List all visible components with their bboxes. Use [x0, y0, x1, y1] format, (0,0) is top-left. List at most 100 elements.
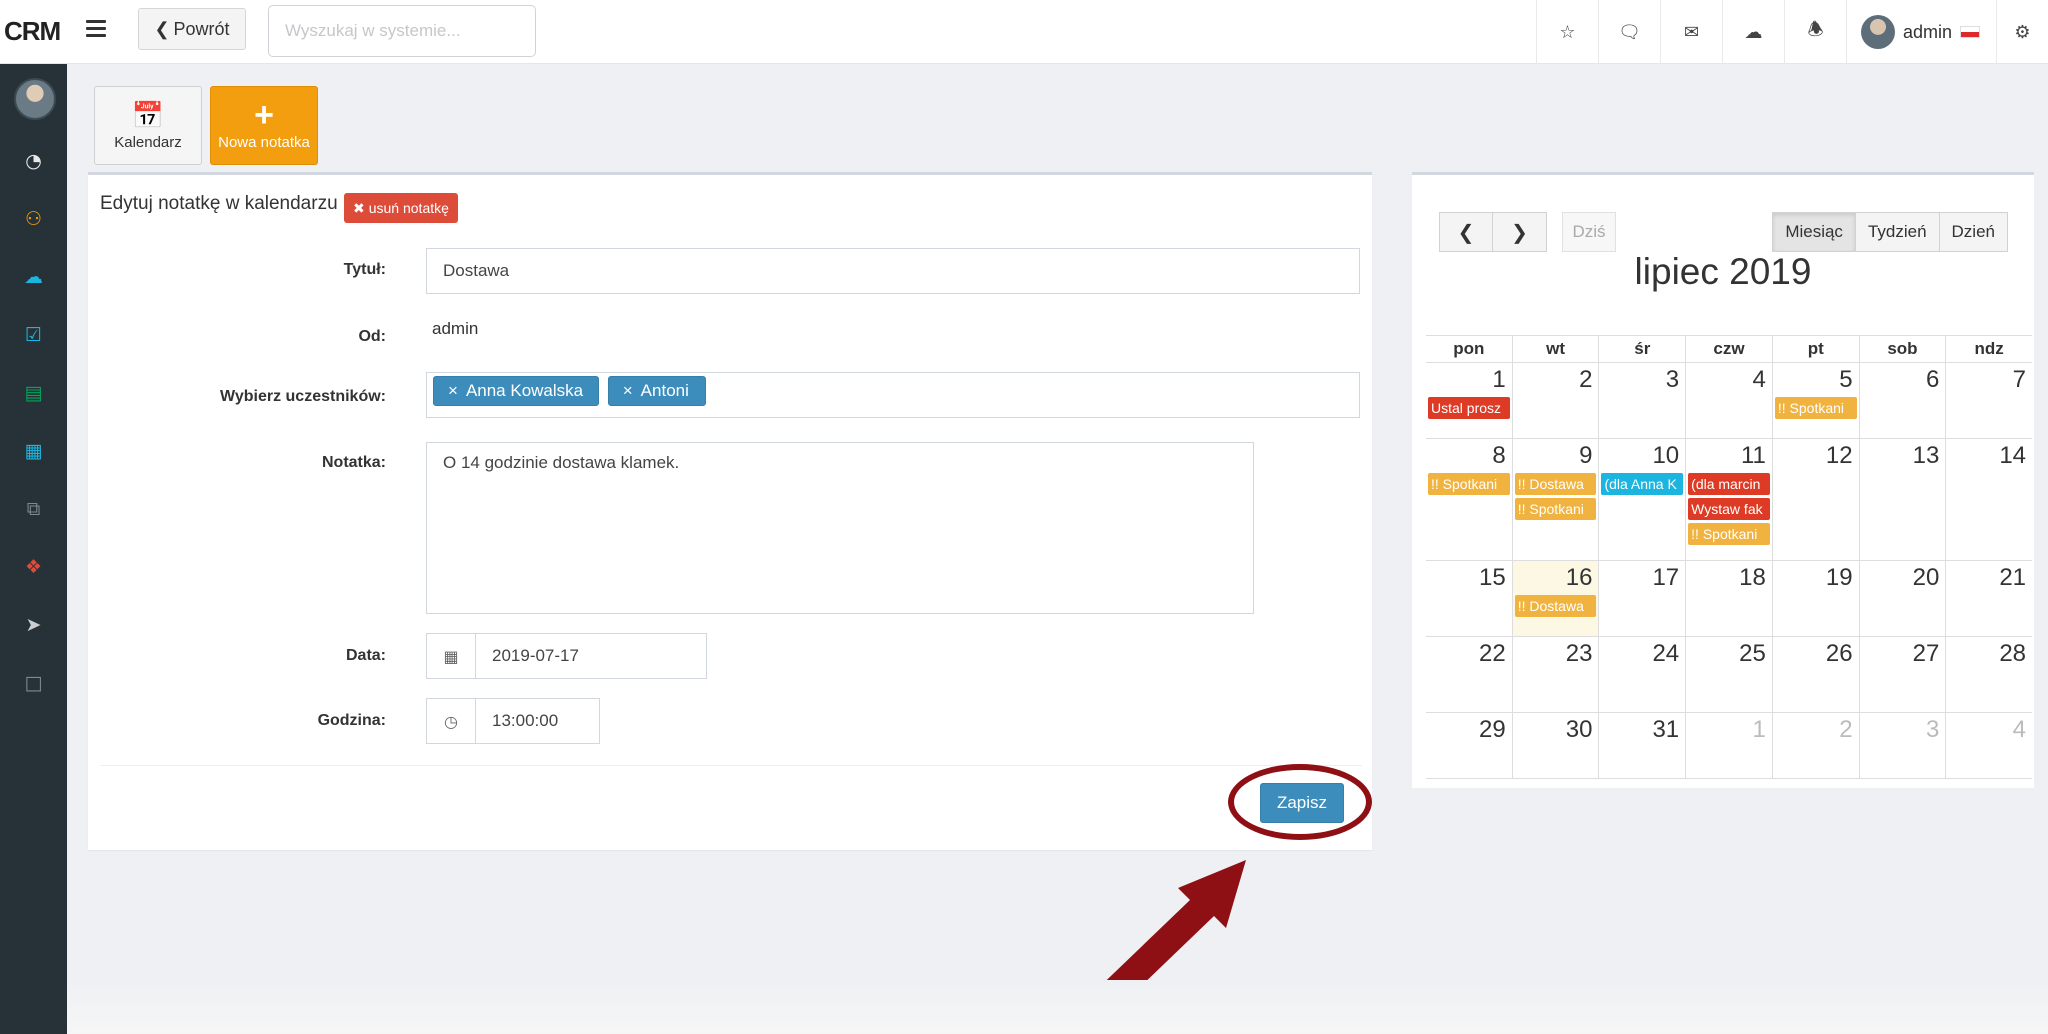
calendar-check-icon[interactable]: ☑	[0, 324, 67, 346]
day-events: !! Spotkani	[1428, 473, 1510, 498]
calendar-day-cell[interactable]: 23	[1513, 637, 1600, 712]
ticket-icon[interactable]: ❖	[0, 556, 67, 578]
calendar-day-cell[interactable]: 21	[1946, 561, 2032, 636]
day-number: 14	[1999, 442, 2027, 469]
calendar-event[interactable]: (dla Anna K	[1601, 473, 1684, 495]
calendar-day-cell[interactable]: 27	[1860, 637, 1947, 712]
calendar-day-cell[interactable]: 5 !! Spotkani	[1773, 363, 1860, 438]
calendar-day-cell[interactable]: 12	[1773, 439, 1860, 560]
dashboard-icon[interactable]: ◔	[0, 150, 67, 172]
back-button[interactable]: ❮ Powrót	[138, 8, 246, 50]
avatar	[1861, 15, 1895, 49]
date-input[interactable]: 2019-07-17	[475, 633, 707, 679]
calendar-day-cell[interactable]: 8 !! Spotkani	[1426, 439, 1513, 560]
participant-tag: × Anna Kowalska	[433, 376, 599, 406]
next-month-button[interactable]: ❯	[1493, 212, 1547, 252]
calendar-event[interactable]: !! Dostawa	[1514, 595, 1597, 617]
calendar-day-cell[interactable]: 4	[1686, 363, 1773, 438]
hamburger-menu-icon[interactable]	[86, 20, 106, 38]
calendar-event[interactable]: !! Spotkani	[1774, 397, 1857, 419]
calendar-day-cell[interactable]: 24	[1599, 637, 1687, 712]
calendar-day-cell[interactable]: 3	[1599, 363, 1687, 438]
document-icon[interactable]: ▤	[0, 382, 67, 404]
note-icon[interactable]: □	[0, 672, 67, 694]
calendar-event[interactable]: !! Spotkani	[1514, 498, 1597, 520]
title-input[interactable]: Dostawa	[426, 248, 1360, 294]
pdf-icon[interactable]: ▦	[0, 440, 67, 462]
calendar-event[interactable]: (dla marcin	[1688, 473, 1770, 495]
app-logo[interactable]: CRM	[4, 16, 61, 47]
participants-select[interactable]: × Anna Kowalska × Antoni	[426, 372, 1360, 418]
prev-month-button[interactable]: ❮	[1439, 212, 1493, 252]
calendar-day-cell[interactable]: 29	[1426, 713, 1513, 778]
calendar-day-cell[interactable]: 15	[1426, 561, 1513, 636]
calendar-day-cell[interactable]: 7	[1946, 363, 2032, 438]
calendar-day-cell[interactable]: 3	[1860, 713, 1947, 778]
calendar-button[interactable]: 📅 Kalendarz	[94, 86, 202, 165]
calendar-day-cell[interactable]: 18	[1686, 561, 1773, 636]
chat-icon[interactable]: 🗨	[1598, 0, 1660, 64]
note-textarea[interactable]: O 14 godzinie dostawa klamek.	[426, 442, 1254, 614]
calendar-day-cell[interactable]: 11 (dla marcin Wystaw fak !! Spotkani	[1686, 439, 1773, 560]
envelope-icon[interactable]: ✉	[1660, 0, 1722, 64]
chevron-left-icon: ❮	[1457, 220, 1475, 244]
calendar-event[interactable]: Ustal prosz	[1428, 397, 1510, 419]
calendar-day-cell[interactable]: 25	[1686, 637, 1773, 712]
copy-icon[interactable]: ⧉	[0, 498, 67, 520]
panel-title: Edytuj notatkę w kalendarzu	[100, 193, 338, 214]
user-name: admin	[1903, 21, 1953, 42]
remove-tag-icon[interactable]: ×	[623, 381, 633, 401]
calendar-day-cell[interactable]: 6	[1860, 363, 1947, 438]
day-events: (dla marcin Wystaw fak !! Spotkani	[1688, 473, 1770, 548]
star-icon[interactable]: ☆	[1536, 0, 1598, 64]
calendar-day-cell[interactable]: 19	[1773, 561, 1860, 636]
search-input[interactable]	[268, 5, 536, 57]
calendar-day-cell[interactable]: 17	[1599, 561, 1687, 636]
calendar-day-cell[interactable]: 4	[1946, 713, 2032, 778]
calendar-day-cell[interactable]: 30	[1513, 713, 1600, 778]
calendar-event[interactable]: Wystaw fak	[1688, 498, 1770, 520]
calendar-day-cell[interactable]: 2	[1773, 713, 1860, 778]
today-button[interactable]: Dziś	[1562, 212, 1616, 252]
calendar-day-cell[interactable]: 16 !! Dostawa	[1512, 561, 1600, 636]
calendar-day-cell[interactable]: 1	[1686, 713, 1773, 778]
view-day-button[interactable]: Dzień	[1939, 212, 2008, 252]
calendar-day-cell[interactable]: 28	[1946, 637, 2032, 712]
calendar-day-cell[interactable]: 9 !! Dostawa !! Spotkani	[1513, 439, 1600, 560]
chevron-left-icon: ❮	[154, 18, 170, 39]
day-number: 2	[1579, 366, 1593, 393]
calendar-day-cell[interactable]: 13	[1860, 439, 1947, 560]
day-number: 3	[1665, 366, 1680, 393]
calendar-event[interactable]: !! Spotkani	[1428, 473, 1510, 495]
day-events: !! Dostawa !! Spotkani	[1514, 473, 1597, 523]
calendar-event[interactable]: !! Spotkani	[1688, 523, 1770, 545]
calendar-day-cell[interactable]: 14	[1946, 439, 2032, 560]
sidebar-avatar[interactable]	[14, 78, 56, 120]
delete-note-button[interactable]: ✖ usuń notatkę	[344, 193, 458, 223]
clock-icon[interactable]: ◷	[426, 698, 476, 744]
user-menu[interactable]: admin	[1846, 0, 1996, 64]
time-input[interactable]: 13:00:00	[475, 698, 600, 744]
paper-plane-icon[interactable]: ➤	[0, 614, 67, 636]
cloud-icon[interactable]: ☁	[1722, 0, 1784, 64]
new-note-button[interactable]: + Nowa notatka	[210, 86, 318, 165]
view-month-button[interactable]: Miesiąc	[1772, 212, 1856, 252]
calendar-event[interactable]: !! Dostawa	[1514, 473, 1597, 495]
calendar-day-cell[interactable]: 20	[1860, 561, 1947, 636]
remove-tag-icon[interactable]: ×	[448, 381, 458, 401]
settings-gears-icon[interactable]: ⚙	[1996, 0, 2048, 64]
bell-icon[interactable]: 🕭	[1784, 0, 1846, 64]
calendar-day-cell[interactable]: 26	[1773, 637, 1860, 712]
calendar-day-cell[interactable]: 31	[1599, 713, 1687, 778]
calendar-day-cell[interactable]: 1 Ustal prosz	[1426, 363, 1513, 438]
calendar-day-cell[interactable]: 22	[1426, 637, 1513, 712]
form-divider	[100, 765, 1362, 766]
calendar-day-cell[interactable]: 10 (dla Anna K	[1599, 439, 1687, 560]
users-icon[interactable]: ⚇	[0, 208, 67, 230]
view-week-button[interactable]: Tydzień	[1855, 212, 1940, 252]
contacts-icon[interactable]: ☁	[0, 266, 67, 288]
calendar-icon[interactable]: ▦	[426, 633, 476, 679]
calendar-day-cell[interactable]: 2	[1513, 363, 1600, 438]
calendar-week-row: 8!! Spotkani 9!! Dostawa!! Spotkani 10 (dla…	[1426, 439, 2032, 561]
day-number: 23	[1565, 640, 1593, 667]
